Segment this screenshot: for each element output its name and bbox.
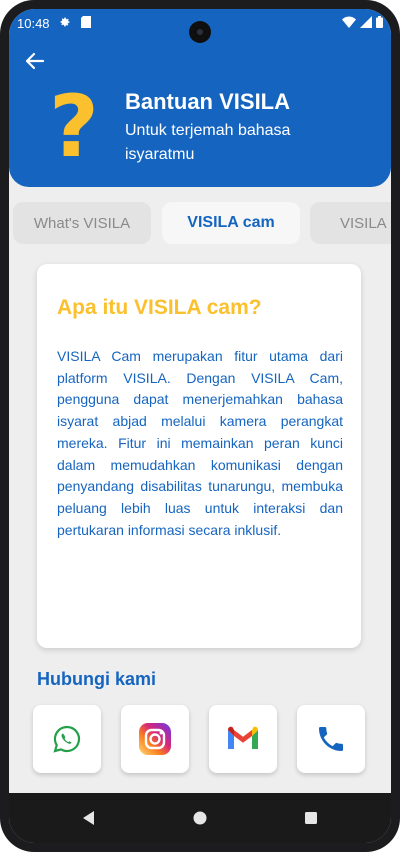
status-time: 10:48	[17, 16, 50, 31]
info-card: Apa itu VISILA cam? VISILA Cam merupakan…	[37, 264, 361, 648]
status-bar: 10:48	[9, 9, 391, 43]
card-title: Apa itu VISILA cam?	[57, 296, 262, 319]
tab-visila-cam[interactable]: VISILA cam	[162, 202, 300, 244]
system-nav-bar	[9, 793, 391, 843]
front-camera	[189, 21, 211, 43]
nav-home-icon[interactable]	[190, 808, 210, 828]
instagram-button[interactable]	[121, 705, 189, 773]
header: 10:48 ? Bantuan VISILA Untuk terjemah ba…	[9, 9, 391, 187]
device-frame: 10:48 ? Bantuan VISILA Untuk terjemah ba…	[0, 0, 400, 852]
gmail-button[interactable]	[209, 705, 277, 773]
battery-icon	[376, 16, 383, 28]
instagram-icon	[139, 723, 171, 755]
phone-icon	[319, 727, 343, 751]
whatsapp-icon	[53, 725, 81, 753]
signal-icon	[360, 16, 372, 28]
settings-icon	[60, 17, 70, 27]
contact-title: Hubungi kami	[37, 669, 157, 689]
tab-bar: What's VISILA VISILA cam VISILA	[9, 202, 391, 244]
status-icons	[342, 16, 383, 28]
nav-back-icon[interactable]	[79, 808, 99, 828]
help-question-icon: ?	[49, 77, 99, 177]
nav-recents-icon[interactable]	[301, 808, 321, 828]
tab-whats-visila[interactable]: What's VISILA	[13, 202, 151, 244]
phone-button[interactable]	[297, 705, 365, 773]
whatsapp-button[interactable]	[33, 705, 101, 773]
card-body: VISILA Cam merupakan fitur utama dari pl…	[57, 348, 343, 538]
page-title: Bantuan VISILA	[125, 89, 291, 114]
tab-visila-more[interactable]: VISILA	[310, 202, 391, 244]
screen: 10:48 ? Bantuan VISILA Untuk terjemah ba…	[9, 9, 391, 843]
sd-card-icon	[81, 16, 91, 28]
back-arrow-icon[interactable]	[23, 49, 47, 73]
page-subtitle: Untuk terjemah bahasa isyaratmu	[125, 122, 291, 163]
gmail-icon	[228, 726, 258, 749]
wifi-icon	[342, 16, 356, 28]
